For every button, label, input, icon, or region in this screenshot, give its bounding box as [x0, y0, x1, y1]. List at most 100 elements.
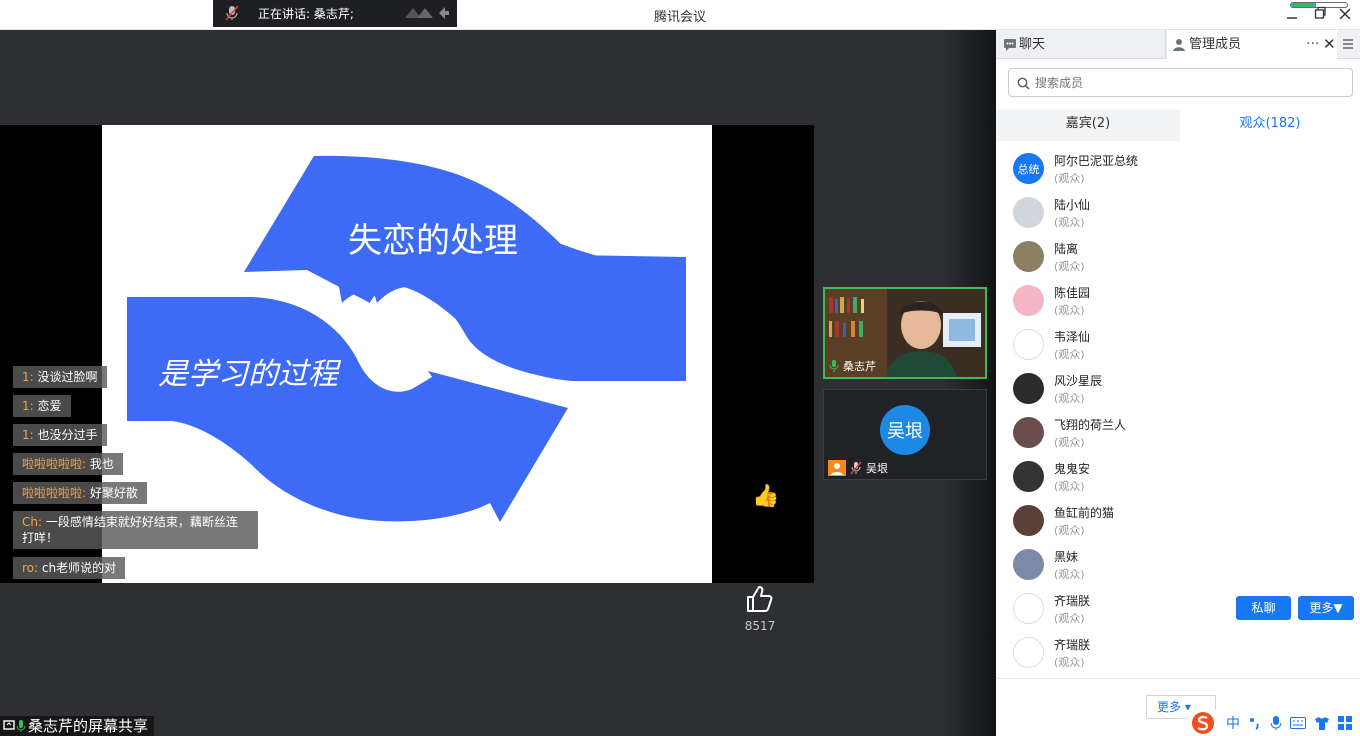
member-avatar — [1013, 373, 1044, 404]
like-count: 8517 — [744, 619, 776, 633]
ime-language[interactable]: 中 — [1226, 713, 1240, 733]
divider — [996, 678, 1360, 679]
mic-active-icon — [829, 360, 839, 372]
member-row[interactable]: 总统 阿尔巴泥亚总统 (观众) — [996, 147, 1360, 191]
punctuation-icon[interactable] — [1248, 716, 1262, 730]
screen-share-label: 桑志芹的屏幕共享 — [0, 716, 155, 736]
thumbs-up-reaction-icon: 👍 — [752, 484, 780, 509]
member-row[interactable]: 飞翔的荷兰人 (观众) — [996, 411, 1360, 455]
member-name: 飞翔的荷兰人 — [1054, 418, 1127, 432]
screen-share-mic-icon — [3, 720, 26, 732]
comment-bubble: Ch: 一段感情结束就好好结束，藕断丝连打咩！ — [13, 511, 258, 549]
member-name: 阿尔巴泥亚总统 — [1054, 154, 1139, 168]
member-avatar — [1013, 549, 1044, 580]
title-bar: 腾讯会议 — [0, 0, 1360, 30]
member-role: (观众) — [1054, 392, 1085, 405]
video-tile-participant[interactable]: 吴垠 吴垠 — [823, 389, 987, 480]
member-name: 齐瑞朕 — [1054, 594, 1091, 608]
member-role: (观众) — [1054, 524, 1085, 537]
comment-bubble: 啦啦啦啦啦: 我也 — [13, 453, 123, 475]
member-role: (观众) — [1054, 348, 1085, 361]
member-role: (观众) — [1054, 612, 1085, 625]
member-role: (观众) — [1054, 656, 1085, 669]
member-row[interactable]: 黑妹 (观众) — [996, 543, 1360, 587]
search-input[interactable] — [1035, 73, 1335, 93]
member-name: 鱼缸前的猫 — [1054, 506, 1115, 520]
member-row[interactable]: 韦泽仙 (观众) — [996, 323, 1360, 367]
member-more-button[interactable]: 更多▼ — [1298, 596, 1354, 620]
search-icon — [1017, 77, 1030, 90]
participant-avatar: 吴垠 — [880, 405, 930, 455]
members-panel: 聊天 管理成员 ··· ✕ 嘉宾(2) 观众(182) 总统阿尔巴泥亚总统 (观众… — [996, 30, 1360, 736]
member-name: 陈佳园 — [1054, 286, 1091, 300]
ime-toolbar: 中 — [1186, 710, 1360, 736]
like-icon[interactable] — [745, 584, 775, 614]
member-avatar — [1013, 461, 1044, 492]
more-options-icon[interactable]: ··· — [1306, 36, 1319, 52]
member-avatar: 总统 — [1013, 153, 1044, 184]
restore-icon[interactable] — [1314, 4, 1326, 22]
comment-bubble: 1: 也没分过手 — [13, 424, 107, 446]
member-avatar — [1013, 505, 1044, 536]
host-badge-icon — [828, 460, 846, 476]
tab-audience[interactable]: 观众(182) — [1180, 109, 1360, 141]
member-name: 陆离 — [1054, 242, 1079, 256]
voice-input-icon[interactable] — [1270, 715, 1282, 731]
close-window-icon[interactable] — [1339, 4, 1351, 22]
close-panel-icon[interactable]: ✕ — [1323, 35, 1336, 53]
member-role: (观众) — [1054, 216, 1085, 229]
member-name: 齐瑞朕 — [1054, 638, 1091, 652]
video-tile-name: 吴垠 — [828, 460, 888, 476]
member-avatar — [1013, 593, 1044, 624]
mic-muted-icon — [850, 461, 862, 475]
member-role: (观众) — [1054, 480, 1085, 493]
slide-title-1: 失恋的处理 — [348, 221, 518, 261]
member-row[interactable]: 齐瑞朕 (观众) 私聊 更多▼ — [996, 587, 1360, 631]
video-tile-name: 桑志芹 — [829, 358, 876, 374]
panel-tabs: 聊天 管理成员 ··· ✕ — [996, 30, 1360, 59]
comment-bubble: ro: ch老师说的对 — [13, 557, 126, 579]
member-row[interactable]: 陈佳园 (观众) — [996, 279, 1360, 323]
chat-icon — [1004, 39, 1016, 51]
speaker-controls-icon[interactable] — [403, 4, 451, 22]
member-role: (观众) — [1054, 436, 1085, 449]
member-role: (观众) — [1054, 172, 1085, 185]
member-avatar — [1013, 197, 1044, 228]
member-avatar — [1013, 637, 1044, 668]
user-icon — [1173, 39, 1185, 51]
private-chat-button[interactable]: 私聊 — [1236, 596, 1291, 620]
tab-chat[interactable]: 聊天 — [999, 30, 1166, 59]
menu-icon[interactable] — [1342, 37, 1354, 51]
speaking-indicator: 正在讲话: 桑志芹; — [213, 0, 457, 27]
member-avatar — [1013, 285, 1044, 316]
keyboard-icon[interactable] — [1290, 717, 1306, 729]
video-column — [814, 30, 996, 736]
tab-guests[interactable]: 嘉宾(2) — [996, 109, 1180, 141]
member-role: (观众) — [1054, 568, 1085, 581]
comment-bubble: 啦啦啦啦啦: 好聚好散 — [13, 482, 147, 504]
member-role: (观众) — [1054, 304, 1085, 317]
member-avatar — [1013, 241, 1044, 272]
app-title: 腾讯会议 — [653, 10, 706, 25]
screen-share-text: 桑志芹的屏幕共享 — [28, 717, 149, 735]
member-row[interactable]: 鬼鬼安 (观众) — [996, 455, 1360, 499]
member-row[interactable]: 陆离 (观众) — [996, 235, 1360, 279]
member-name: 黑妹 — [1054, 550, 1079, 564]
toolbox-icon[interactable] — [1338, 716, 1352, 730]
member-list: 总统 阿尔巴泥亚总统 (观众) 陆小仙 (观众) 陆离 (观众) 陈佳园 (观众) 韦泽仙 (观众)… — [996, 141, 1360, 677]
member-row[interactable]: 风沙星辰 (观众) — [996, 367, 1360, 411]
comment-bubble: 1: 没谈过脸啊 — [13, 366, 107, 388]
member-row[interactable]: 齐瑞朕 (观众) — [996, 631, 1360, 675]
member-row[interactable]: 陆小仙 (观众) — [996, 191, 1360, 235]
member-avatar — [1013, 329, 1044, 360]
member-name: 鬼鬼安 — [1054, 462, 1091, 476]
search-members-field[interactable] — [1008, 68, 1353, 97]
skin-icon[interactable] — [1314, 716, 1330, 730]
member-row[interactable]: 鱼缸前的猫 (观众) — [996, 499, 1360, 543]
sogou-ime-icon[interactable] — [1190, 711, 1218, 735]
grin-reaction-icon: 😁 — [746, 518, 769, 543]
member-avatar — [1013, 417, 1044, 448]
minimize-icon[interactable] — [1286, 4, 1298, 22]
mic-muted-icon — [225, 5, 239, 21]
video-tile-active-speaker[interactable]: 桑志芹 — [823, 287, 987, 379]
